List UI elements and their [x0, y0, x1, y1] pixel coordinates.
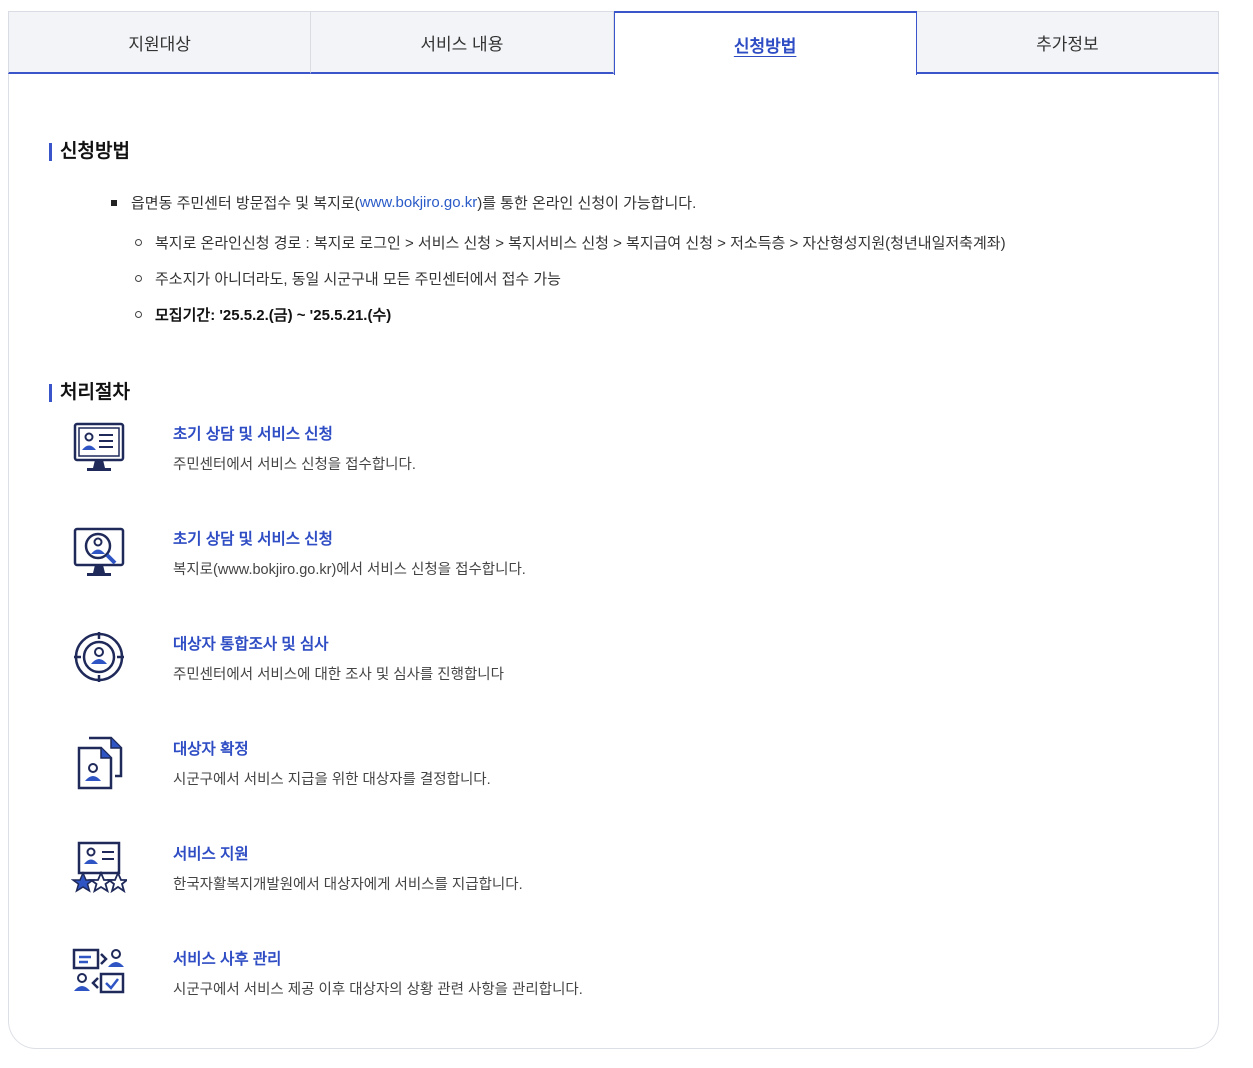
tab-panel: 신청방법 읍면동 주민센터 방문접수 및 복지로(www.bokjiro.go.… [8, 74, 1219, 1049]
tab-additional-info[interactable]: 추가정보 [916, 11, 1219, 74]
step-description: 시군구에서 서비스 제공 이후 대상자의 상황 관련 사항을 관리합니다. [173, 982, 583, 998]
document-user-icon [71, 736, 127, 792]
circle-bullet-icon [135, 311, 142, 318]
step-title: 서비스 지원 [173, 846, 249, 863]
tab-application-method[interactable]: 신청방법 [613, 11, 917, 75]
monitor-profile-icon [71, 421, 127, 477]
step-description: 한국자활복지개발원에서 대상자에게 서비스를 지급합니다. [173, 877, 523, 893]
apply-sub-item: 복지로 온라인신청 경로 : 복지로 로그인 > 서비스 신청 > 복지서비스 … [135, 232, 1006, 253]
step-description: 복지로(www.bokjiro.go.kr)에서 서비스 신청을 접수합니다. [173, 562, 526, 578]
step-description: 시군구에서 서비스 지급을 위한 대상자를 결정합니다. [173, 772, 491, 788]
monitor-search-user-icon [71, 526, 127, 582]
section-title-process: 처리절차 [49, 383, 130, 403]
process-step: 초기 상담 및 서비스 신청 주민센터에서 서비스 신청을 접수합니다. [71, 421, 1171, 491]
step-title: 초기 상담 및 서비스 신청 [173, 426, 333, 443]
circle-bullet-icon [135, 275, 142, 282]
apply-main-prefix: 읍면동 주민센터 방문접수 및 복지로( [131, 195, 360, 212]
apply-main-item: 읍면동 주민센터 방문접수 및 복지로(www.bokjiro.go.kr)를 … [111, 192, 696, 213]
apply-sub-item: 모집기간: '25.5.2.(금) ~ '25.5.21.(수) [135, 304, 391, 325]
step-title: 서비스 사후 관리 [173, 951, 282, 968]
process-step: 초기 상담 및 서비스 신청 복지로(www.bokjiro.go.kr)에서 … [71, 526, 1171, 596]
content-container: 지원대상 서비스 내용 신청방법 추가정보 신청방법 읍면동 주민센터 방문접수… [8, 11, 1219, 1049]
apply-sub-text: 주소지가 아니더라도, 동일 시군구내 모든 주민센터에서 접수 가능 [155, 271, 561, 288]
process-step: 서비스 사후 관리 시군구에서 서비스 제공 이후 대상자의 상황 관련 사항을… [71, 946, 1171, 1016]
management-icon [71, 946, 127, 1002]
rating-card-icon [70, 841, 130, 897]
tab-bar: 지원대상 서비스 내용 신청방법 추가정보 [8, 11, 1219, 75]
section-title-apply: 신청방법 [49, 142, 130, 162]
square-bullet-icon [111, 199, 117, 206]
apply-sub-item: 주소지가 아니더라도, 동일 시군구내 모든 주민센터에서 접수 가능 [135, 268, 561, 289]
step-description: 주민센터에서 서비스 신청을 접수합니다. [173, 457, 416, 473]
apply-main-suffix: )를 통한 온라인 신청이 가능합니다. [477, 195, 697, 212]
step-title: 초기 상담 및 서비스 신청 [173, 531, 333, 548]
recruitment-period: 모집기간: '25.5.2.(금) ~ '25.5.21.(수) [155, 307, 392, 324]
step-title: 대상자 확정 [173, 741, 249, 758]
apply-sub-text: 복지로 온라인신청 경로 : 복지로 로그인 > 서비스 신청 > 복지서비스 … [155, 235, 1006, 252]
step-title: 대상자 통합조사 및 심사 [173, 636, 329, 653]
step-description: 주민센터에서 서비스에 대한 조사 및 심사를 진행합니다 [173, 667, 504, 683]
target-user-icon [71, 631, 127, 687]
process-step: 서비스 지원 한국자활복지개발원에서 대상자에게 서비스를 지급합니다. [70, 841, 1171, 911]
process-step: 대상자 확정 시군구에서 서비스 지급을 위한 대상자를 결정합니다. [71, 736, 1171, 806]
bokjiro-link[interactable]: www.bokjiro.go.kr [360, 194, 478, 211]
tab-eligibility[interactable]: 지원대상 [8, 11, 312, 74]
tab-service-content[interactable]: 서비스 내용 [311, 11, 614, 74]
circle-bullet-icon [135, 239, 142, 246]
process-step: 대상자 통합조사 및 심사 주민센터에서 서비스에 대한 조사 및 심사를 진행… [71, 631, 1171, 701]
